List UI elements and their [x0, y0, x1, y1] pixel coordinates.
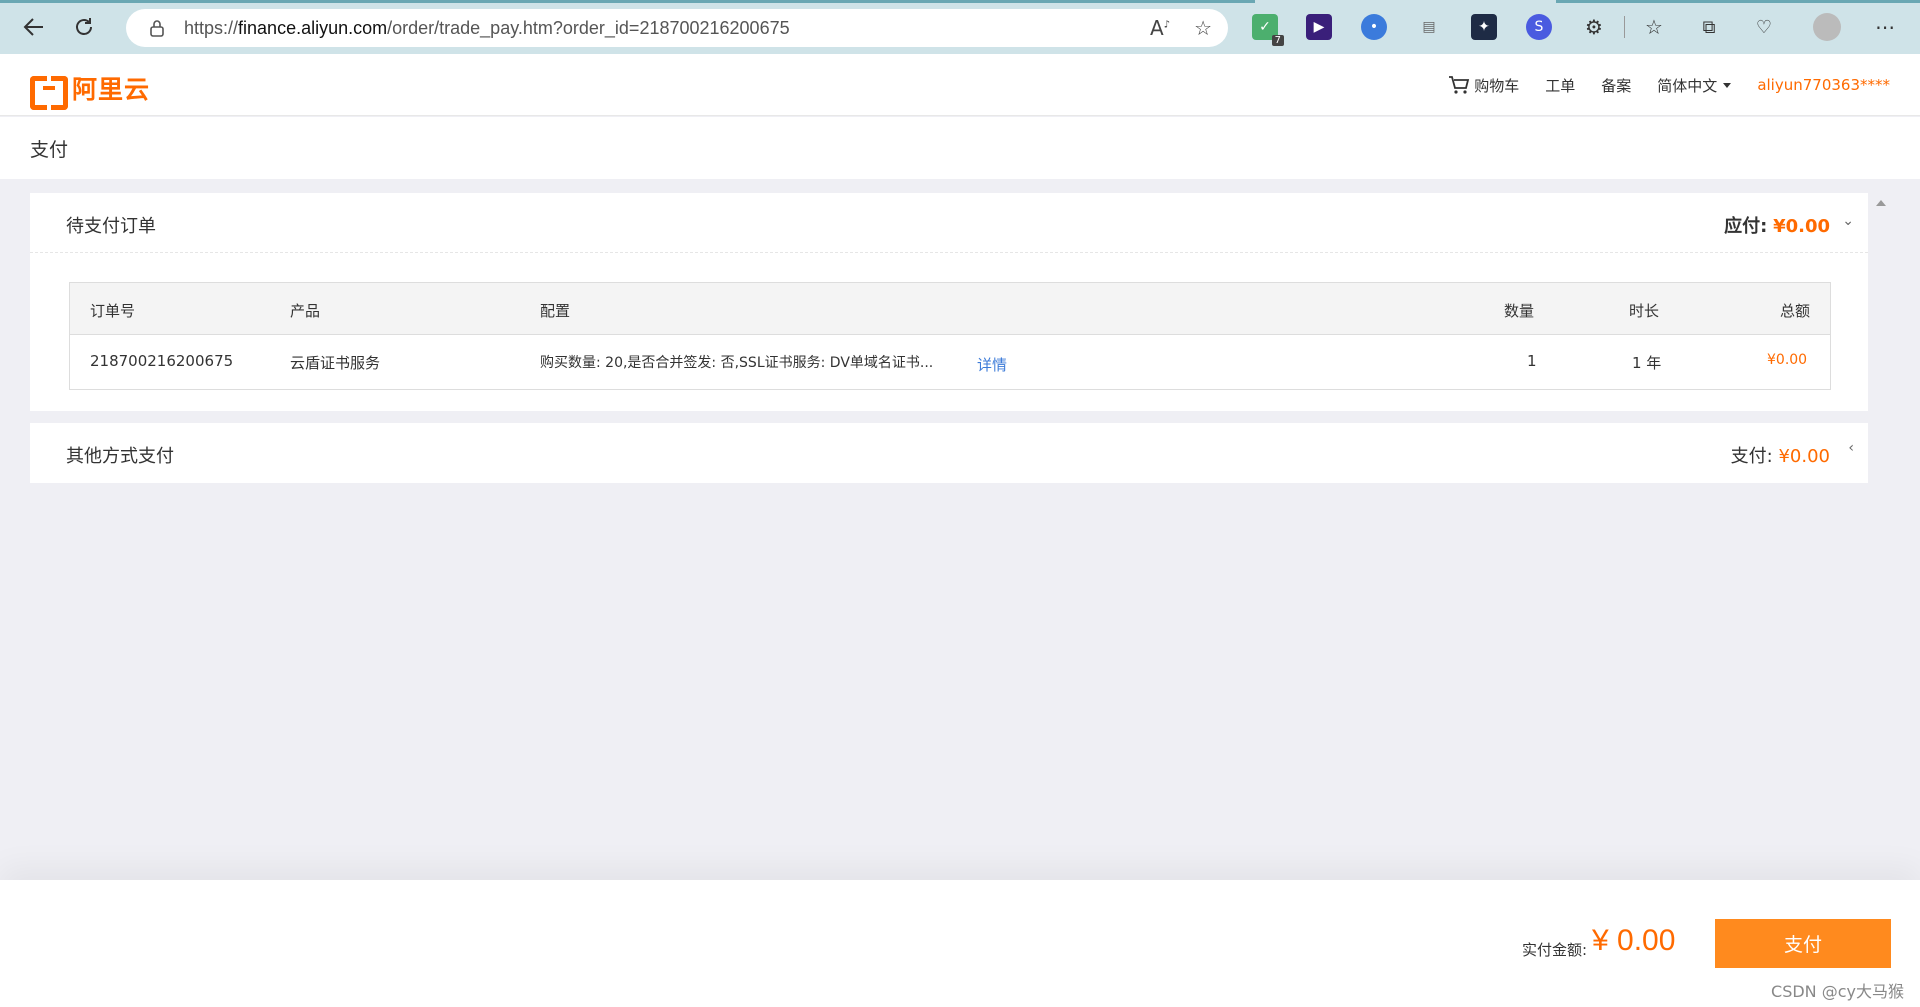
aliyun-logo[interactable]: 阿里云 — [30, 70, 151, 110]
reader-extension-icon[interactable]: ▤ — [1416, 14, 1442, 40]
browser-toolbar: https://finance.aliyun.com/order/trade_p… — [0, 0, 1920, 54]
chevron-down-icon[interactable]: ⌄ — [1842, 213, 1854, 229]
product-config: 购买数量: 20,是否合并签发: 否,SSL证书服务: DV单域名证书... — [540, 355, 934, 371]
pending-order-panel: 待支付订单 应付: ¥0.00 ⌄ 订单号 产品 配置 数量 时长 总额 218… — [30, 193, 1868, 411]
scroll-up-arrow[interactable] — [1876, 200, 1886, 206]
pending-order-header[interactable]: 待支付订单 应付: ¥0.00 ⌄ — [30, 193, 1868, 253]
extension-badge: 7 — [1271, 35, 1284, 46]
other-payment-value: ¥0.00 — [1778, 446, 1830, 467]
aliyun-logo-mark — [30, 76, 68, 110]
duration-value: 1 年 — [1632, 354, 1662, 372]
csdn-watermark: CSDN @cy大马猴 — [1771, 982, 1904, 1001]
active-tab-indicator — [0, 0, 1255, 3]
cart-link[interactable]: 购物车 — [1448, 75, 1519, 96]
amount-due-label: 应付: — [1724, 216, 1768, 237]
address-bar[interactable]: https://finance.aliyun.com/order/trade_p… — [126, 9, 1228, 47]
page-title: 支付 — [30, 139, 69, 161]
other-payment-title: 其他方式支付 — [66, 446, 174, 467]
favorites-icon[interactable]: ☆ — [1641, 14, 1667, 40]
caret-down-icon — [1723, 82, 1732, 88]
refresh-icon[interactable] — [66, 9, 102, 45]
user-account-link[interactable]: aliyun770363**** — [1757, 76, 1890, 94]
table-header: 订单号 产品 配置 数量 时长 总额 — [70, 283, 1830, 335]
cart-icon — [1449, 76, 1470, 94]
table-row: 218700216200675 云盾证书服务 购买数量: 20,是否合并签发: … — [70, 335, 1830, 389]
cart-label: 购物车 — [1474, 76, 1520, 95]
amount-due: 应付: ¥0.00 — [1724, 212, 1830, 238]
site-header: 阿里云 购物车 工单 备案 简体中文 aliyun770363**** — [0, 54, 1920, 116]
other-payment-panel: 其他方式支付 支付: ¥0.00 ‹ — [30, 423, 1868, 483]
pay-button[interactable]: 支付 — [1715, 919, 1891, 968]
detail-link[interactable]: 详情 — [977, 354, 1007, 375]
extension-circle-icon[interactable]: • — [1361, 14, 1387, 40]
language-label: 简体中文 — [1657, 76, 1718, 95]
filing-link[interactable]: 备案 — [1601, 75, 1631, 96]
chevron-left-icon[interactable]: ‹ — [1848, 440, 1854, 456]
extension-play-icon[interactable]: ▶ — [1306, 14, 1332, 40]
page-title-bar: 支付 — [0, 117, 1920, 179]
add-favorite-icon[interactable]: ☆ — [1194, 16, 1212, 40]
performance-icon[interactable]: ♡ — [1751, 14, 1777, 40]
other-payment-amount: 支付: ¥0.00 — [1731, 442, 1830, 468]
extension-image-icon[interactable]: ✦ — [1471, 14, 1497, 40]
col-order-no: 订单号 — [90, 302, 136, 320]
other-payment-header[interactable]: 其他方式支付 支付: ¥0.00 ‹ — [30, 423, 1868, 483]
collections-icon[interactable]: ⧉ — [1696, 14, 1722, 40]
order-table: 订单号 产品 配置 数量 时长 总额 218700216200675 云盾证书服… — [69, 282, 1831, 390]
toolbar-divider — [1624, 16, 1625, 38]
url-text: https://finance.aliyun.com/order/trade_p… — [184, 17, 790, 38]
amount-due-value: ¥0.00 — [1773, 216, 1830, 237]
payment-footer: 实付金额: ¥ 0.00 支付 CSDN @cy大马猴 — [0, 880, 1920, 1007]
extensions-icon[interactable]: ⚙ — [1581, 14, 1607, 40]
extension-shield-icon[interactable]: ✓ 7 — [1252, 14, 1284, 46]
row-total: ¥0.00 — [1767, 352, 1808, 368]
ticket-link[interactable]: 工单 — [1545, 75, 1575, 96]
logo-text: 阿里云 — [72, 75, 151, 104]
col-product: 产品 — [290, 302, 321, 320]
back-icon[interactable] — [16, 9, 52, 45]
order-number: 218700216200675 — [90, 352, 234, 370]
col-duration: 时长 — [1629, 302, 1660, 320]
more-icon[interactable]: ⋯ — [1872, 14, 1898, 40]
read-aloud-icon[interactable]: A♪ — [1150, 16, 1170, 40]
actual-amount-value: ¥ 0.00 — [1592, 924, 1676, 957]
language-selector[interactable]: 简体中文 — [1657, 75, 1732, 96]
profile-avatar[interactable] — [1813, 13, 1841, 41]
col-quantity: 数量 — [1504, 302, 1535, 320]
col-total: 总额 — [1780, 302, 1811, 320]
extension-wave-icon[interactable]: S — [1526, 14, 1552, 40]
quantity-value: 1 — [1527, 352, 1537, 370]
pending-order-title: 待支付订单 — [66, 216, 156, 237]
product-name: 云盾证书服务 — [290, 354, 381, 372]
tab-indicator — [1556, 0, 1920, 3]
actual-amount-label: 实付金额: — [1522, 941, 1588, 959]
col-config: 配置 — [540, 302, 571, 320]
other-payment-label: 支付: — [1730, 446, 1773, 467]
lock-icon — [146, 17, 168, 39]
